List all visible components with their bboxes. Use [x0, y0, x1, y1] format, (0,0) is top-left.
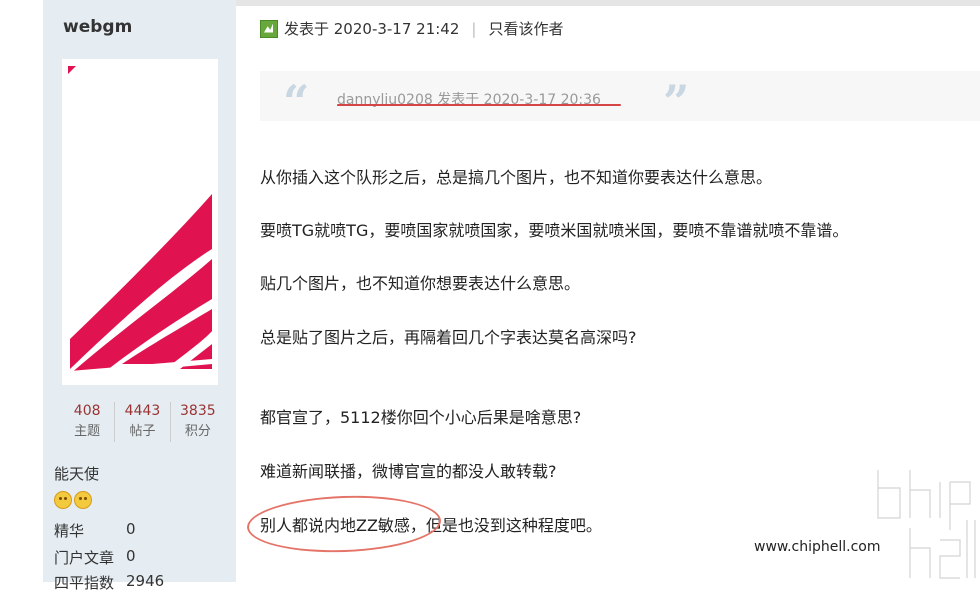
avatar-image [68, 66, 212, 377]
info-value: 0 [126, 520, 136, 538]
quote-close-icon: ” [663, 75, 690, 129]
info-row-articles: 门户文章 0 [54, 547, 136, 568]
post-paragraph: 要喷TG就喷TG，要喷国家就喷国家，要喷米国就喷米国，要喷不靠谱就喷不靠谱。 [260, 221, 849, 240]
medals [54, 491, 92, 509]
header-separator: | [471, 19, 477, 38]
avatar[interactable] [62, 59, 218, 385]
stat-points[interactable]: 3835 积分 [169, 402, 225, 442]
post-paragraph: 贴几个图片，也不知道你想要表达什么意思。 [260, 274, 581, 293]
stat-posts[interactable]: 4443 帖子 [114, 402, 169, 442]
info-value: 2946 [126, 572, 165, 590]
quote-source-link[interactable]: dannyliu0208 发表于 2020-3-17 20:36 [337, 89, 601, 109]
quote-block: “ dannyliu0208 发表于 2020-3-17 20:36 ” [260, 71, 980, 125]
watermark-url: www.chiphell.com [754, 539, 881, 555]
post-top-divider [236, 0, 980, 6]
medal-icon[interactable] [74, 491, 92, 509]
stat-value: 4443 [124, 403, 161, 419]
stat-value: 3835 [180, 403, 216, 419]
stat-label: 帖子 [129, 424, 156, 439]
info-value: 0 [126, 547, 136, 565]
post-paragraph: 总是贴了图片之后，再隔着回几个字表达莫名高深吗? [260, 328, 637, 347]
stat-label: 积分 [184, 424, 211, 439]
quote-open-icon: “ [283, 75, 310, 129]
author-only-link[interactable]: 只看该作者 [488, 18, 563, 39]
info-key: 门户文章 [54, 549, 115, 567]
post-header: 发表于 2020-3-17 21:42 | 只看该作者 [260, 18, 563, 39]
info-key: 四平指数 [54, 574, 115, 592]
post-paragraph: 从你插入这个队形之后，总是搞几个图片，也不知道你要表达什么意思。 [260, 168, 773, 187]
stat-threads[interactable]: 408 主题 [60, 402, 114, 442]
annotation-underline [337, 104, 621, 106]
author-rank[interactable]: 能天使 [54, 463, 99, 484]
info-key: 精华 [54, 522, 85, 540]
online-status-icon [260, 19, 278, 38]
post-paragraph: 难道新闻联播，微博官宣的都没人敢转载? [260, 462, 557, 481]
chiphell-watermark-logo [875, 467, 978, 581]
annotation-circle [246, 492, 442, 556]
post-timestamp: 发表于 2020-3-17 21:42 [284, 20, 460, 38]
author-stats: 408 主题 4443 帖子 3835 积分 [60, 402, 225, 442]
page-left-margin [0, 0, 43, 582]
info-row-index: 四平指数 2946 [54, 572, 164, 593]
info-row-digest: 精华 0 [54, 520, 136, 541]
stat-value: 408 [73, 403, 101, 419]
post-paragraph: 都官宣了，5112楼你回个小心后果是啥意思? [260, 408, 582, 427]
author-username[interactable]: webgm [63, 17, 132, 37]
stat-label: 主题 [74, 424, 101, 439]
medal-icon[interactable] [54, 491, 72, 509]
